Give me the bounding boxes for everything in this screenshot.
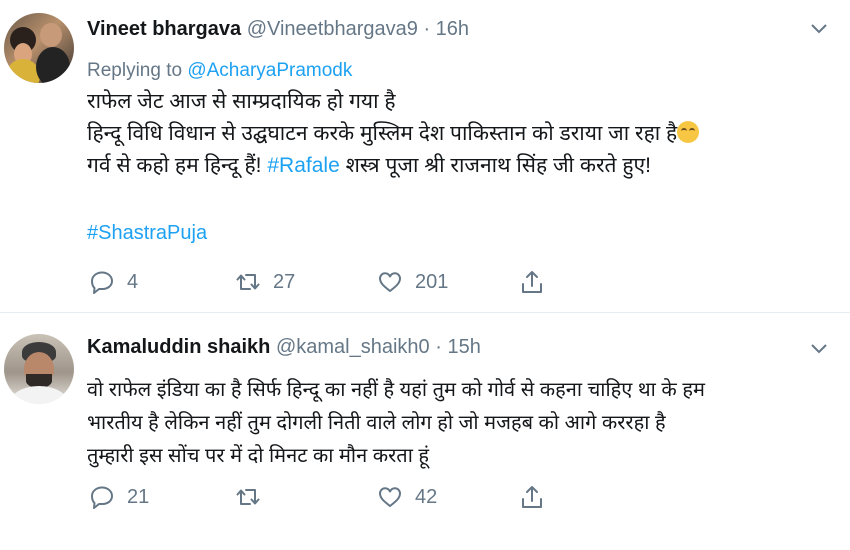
- hashtag-line: #ShastraPuja: [87, 222, 207, 245]
- like-icon: [379, 272, 401, 292]
- tweet-line-text: हिन्दू विधि विधान से उद्घघाटन करके मुस्ल…: [87, 122, 678, 145]
- reply-count: 21: [127, 485, 150, 508]
- tweet[interactable]: Kamaluddin shaikh @kamal_shaikh0 · 15h व…: [0, 314, 850, 550]
- retweet-button[interactable]: [235, 481, 273, 513]
- tweet-actions: 4 27 201: [87, 266, 557, 298]
- tweet-header: Vineet bhargava @Vineetbhargava9 · 16h: [87, 18, 469, 48]
- replying-to: Replying to @AcharyaPramodk: [87, 60, 352, 82]
- tweet-line: हिन्दू विधि विधान से उद्घघाटन करके मुस्ल…: [87, 118, 700, 150]
- tweet[interactable]: Vineet bhargava @Vineetbhargava9 · 16h R…: [0, 0, 850, 312]
- retweet-icon: [236, 274, 260, 290]
- separator-dot: ·: [423, 18, 431, 40]
- retweet-count: 27: [273, 270, 296, 293]
- retweet-button[interactable]: 27: [235, 266, 295, 298]
- tweet-line: वो राफेल इंडिया का है सिर्फ हिन्दू का नह…: [87, 379, 705, 401]
- display-name[interactable]: Vineet bhargava: [87, 18, 241, 40]
- avatar[interactable]: [4, 13, 74, 83]
- like-count: 201: [415, 270, 449, 293]
- like-icon: [379, 487, 401, 507]
- timestamp[interactable]: 15h: [447, 336, 480, 358]
- mention-link[interactable]: @AcharyaPramodk: [187, 60, 352, 81]
- reply-button[interactable]: 4: [89, 266, 138, 298]
- user-handle[interactable]: @Vineetbhargava9: [247, 18, 418, 40]
- hashtag-rafale[interactable]: #Rafale: [267, 154, 339, 177]
- chevron-down-icon[interactable]: [810, 342, 828, 356]
- reply-icon: [91, 486, 113, 509]
- tweet-line: गर्व से कहो हम हिन्दू हैं! #Rafale शस्त्…: [87, 150, 699, 182]
- tweet-actions: 21 42: [87, 481, 557, 513]
- tweet-line: भारतीय है लेकिन नहीं तुम दोगली निती वाले…: [87, 412, 666, 434]
- tweet-line-text: शस्त्र पूजा श्री राजनाथ सिंह जी करते हुए…: [345, 154, 651, 177]
- like-button[interactable]: 42: [377, 481, 437, 513]
- share-button[interactable]: [519, 481, 557, 513]
- separator-dot: ·: [435, 336, 442, 358]
- reply-button[interactable]: 21: [89, 481, 149, 513]
- reply-icon: [91, 271, 113, 294]
- tweet-text: राफेल जेट आज से साम्प्रदायिक हो गया है ह…: [87, 86, 700, 182]
- tweet-line-text: गर्व से कहो हम हिन्दू हैं!: [87, 154, 262, 177]
- chevron-down-icon[interactable]: [810, 22, 828, 36]
- tweet-line: तुम्हारी इस सोंच पर में दो मिनट का मौन क…: [87, 445, 430, 467]
- share-icon: [522, 271, 542, 293]
- like-count: 42: [415, 485, 438, 508]
- replying-prefix: Replying to: [87, 60, 183, 81]
- reply-count: 4: [127, 270, 139, 293]
- user-handle[interactable]: @kamal_shaikh0: [276, 336, 430, 358]
- tweet-header: Kamaluddin shaikh @kamal_shaikh0 · 15h: [87, 336, 481, 366]
- tweet-divider: [0, 312, 850, 313]
- share-button[interactable]: [519, 266, 557, 298]
- display-name[interactable]: Kamaluddin shaikh: [87, 336, 270, 358]
- tweet-text: वो राफेल इंडिया का है सिर्फ हिन्दू का नह…: [87, 374, 705, 473]
- share-icon: [522, 486, 542, 508]
- like-button[interactable]: 201: [377, 266, 448, 298]
- tweet-line: राफेल जेट आज से साम्प्रदायिक हो गया है: [87, 90, 396, 113]
- laughing-tears-emoji: [677, 121, 700, 143]
- timestamp[interactable]: 16h: [436, 18, 469, 40]
- avatar[interactable]: [4, 334, 74, 404]
- retweet-icon: [236, 489, 260, 505]
- hashtag-shastrapuja[interactable]: #ShastraPuja: [87, 222, 207, 244]
